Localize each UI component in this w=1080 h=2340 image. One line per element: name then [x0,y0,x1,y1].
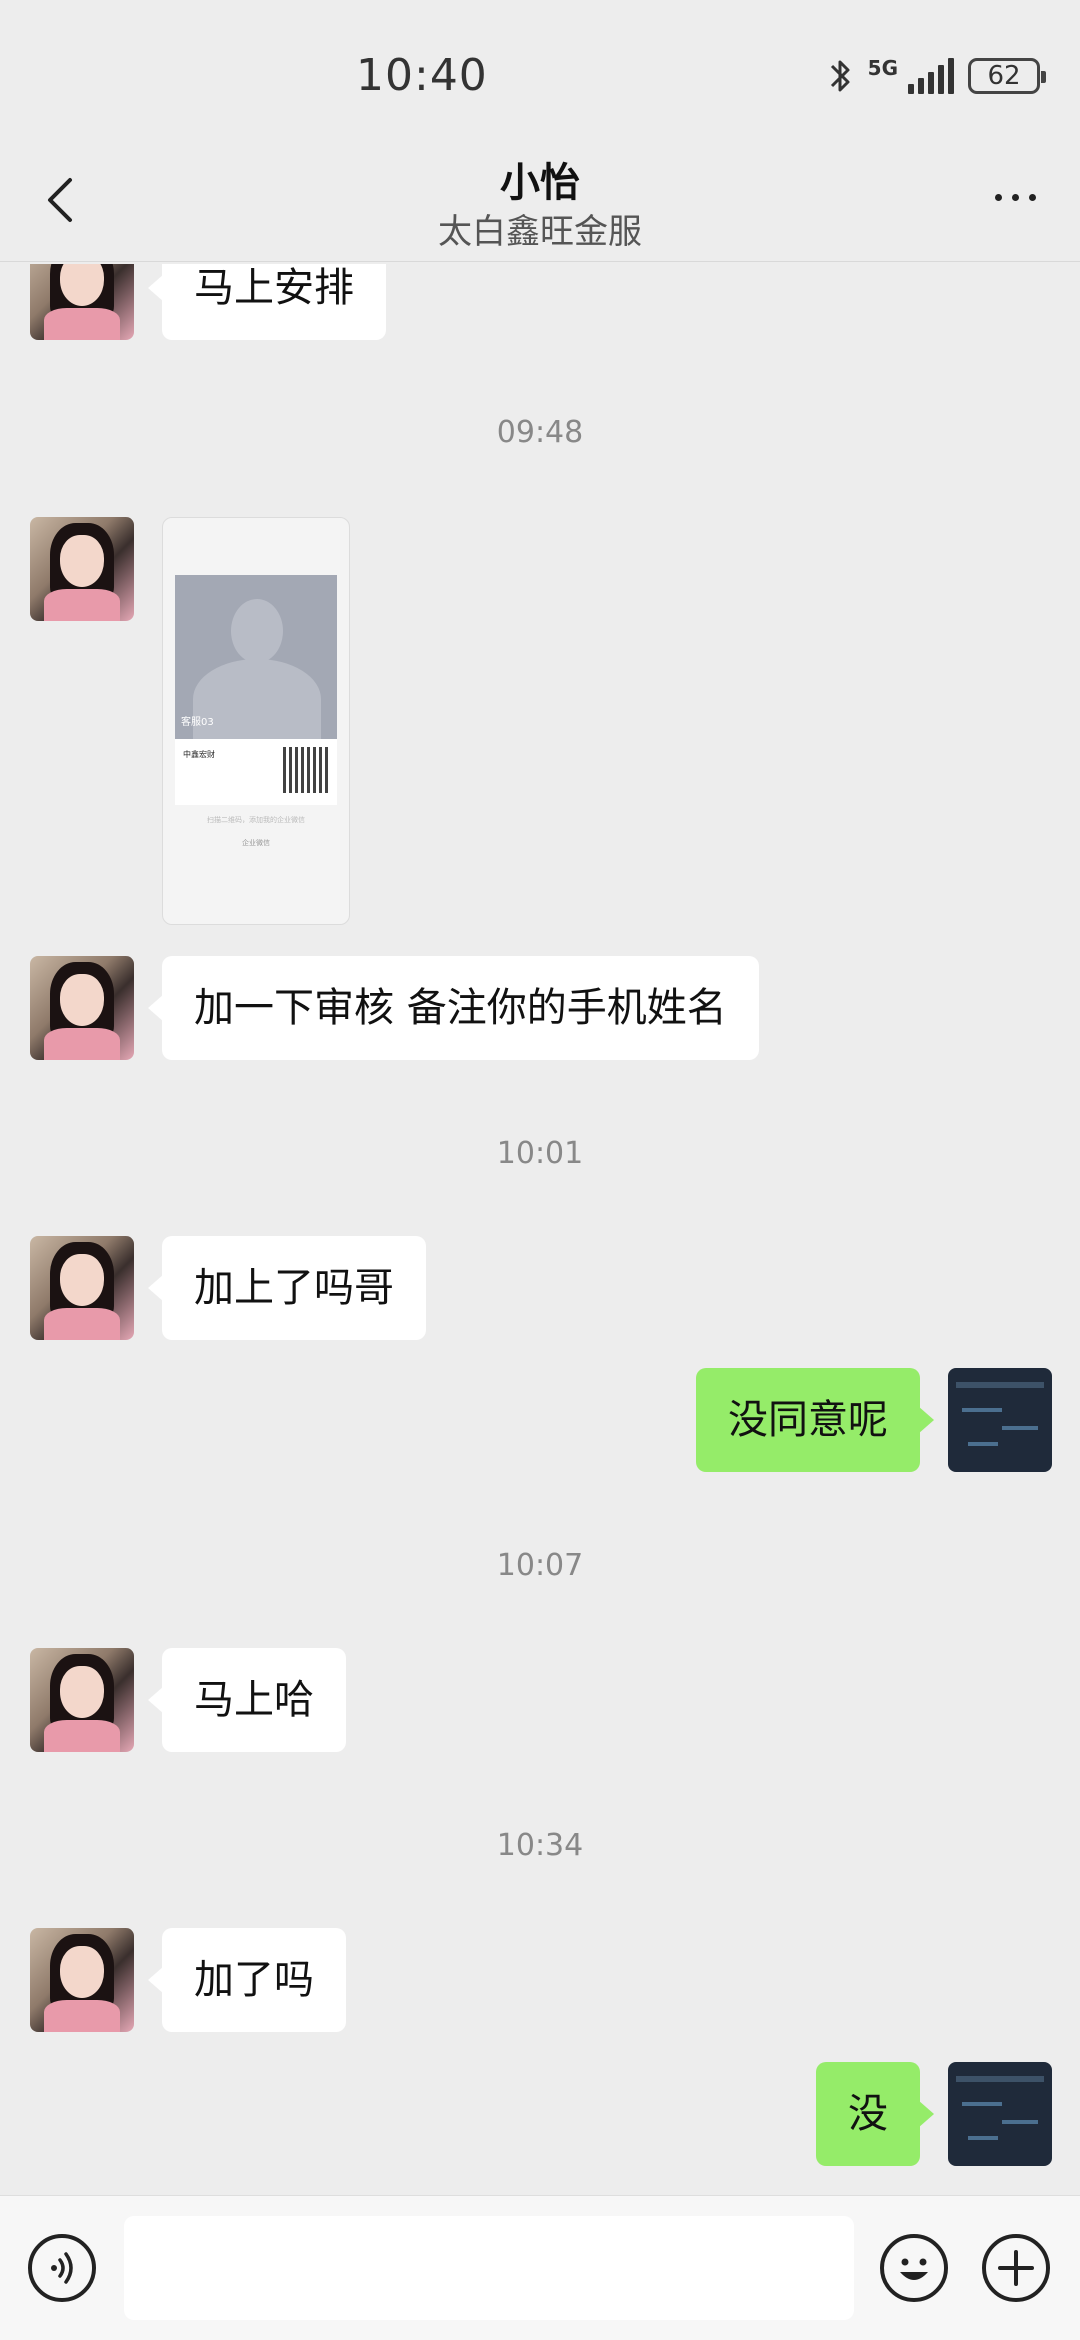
contact-avatar[interactable] [30,1928,134,2032]
card-info: 中鑫宏财 [175,739,337,805]
contact-avatar[interactable] [30,1648,134,1752]
contact-avatar[interactable] [30,517,134,621]
signal-icon [908,58,954,94]
card-hint: 扫描二维码，添加我的企业微信 [207,816,305,824]
own-avatar[interactable] [948,1368,1052,1472]
message-text: 加上了吗哥 [194,1265,394,1311]
emoji-icon[interactable] [880,2234,948,2302]
message-bubble[interactable]: 加上了吗哥 [148,1236,426,1340]
chat-header: 小怡 太白鑫旺金服 [0,150,1080,262]
message-bubble[interactable]: 加了吗 [148,1928,346,2032]
message-text: 没 [848,2091,888,2137]
card-hint-2: 企业微信 [242,839,270,847]
battery-icon: 62 [968,58,1046,94]
chat-title: 小怡 [500,160,580,206]
message-input[interactable] [124,2216,854,2320]
message-timestamp: 10:01 [496,1136,584,1171]
bluetooth-icon [830,60,850,92]
own-message-bubble[interactable]: 没 [816,2062,934,2166]
message-timestamp: 09:48 [496,415,584,450]
message-text: 马上安排 [194,265,354,311]
card-label: 客服03 [181,717,214,728]
plus-icon[interactable] [982,2234,1050,2302]
status-bar: 10:40 5G 62 [0,0,1080,150]
message-bubble[interactable]: 加一下审核 备注你的手机姓名 [148,956,759,1060]
qr-code-icon [283,747,329,793]
status-time: 10:40 [356,50,488,101]
message-bubble[interactable]: 马上哈 [148,1648,346,1752]
voice-icon[interactable] [28,2234,96,2302]
message-text: 加了吗 [194,1957,314,2003]
contact-avatar[interactable] [30,1236,134,1340]
battery-level: 62 [987,61,1021,91]
input-bar [0,2195,1080,2340]
card-name: 中鑫宏财 [183,750,215,759]
message-timestamp: 10:07 [496,1548,584,1583]
contact-avatar[interactable] [30,956,134,1060]
network-type: 5G [867,56,898,80]
message-text: 没同意呢 [728,1397,888,1443]
message-text: 马上哈 [194,1677,314,1723]
image-message[interactable]: 客服03 中鑫宏财 扫描二维码，添加我的企业微信 企业微信 [162,517,350,925]
own-message-bubble[interactable]: 没同意呢 [696,1368,934,1472]
message-text: 加一下审核 备注你的手机姓名 [194,985,727,1031]
message-timestamp: 10:34 [496,1828,584,1863]
chat-subtitle: 太白鑫旺金服 [438,212,642,252]
card-photo: 客服03 [175,575,337,739]
status-icons: 5G 62 [826,56,1046,96]
more-dots-icon[interactable] [980,172,1050,222]
own-avatar[interactable] [948,2062,1052,2166]
